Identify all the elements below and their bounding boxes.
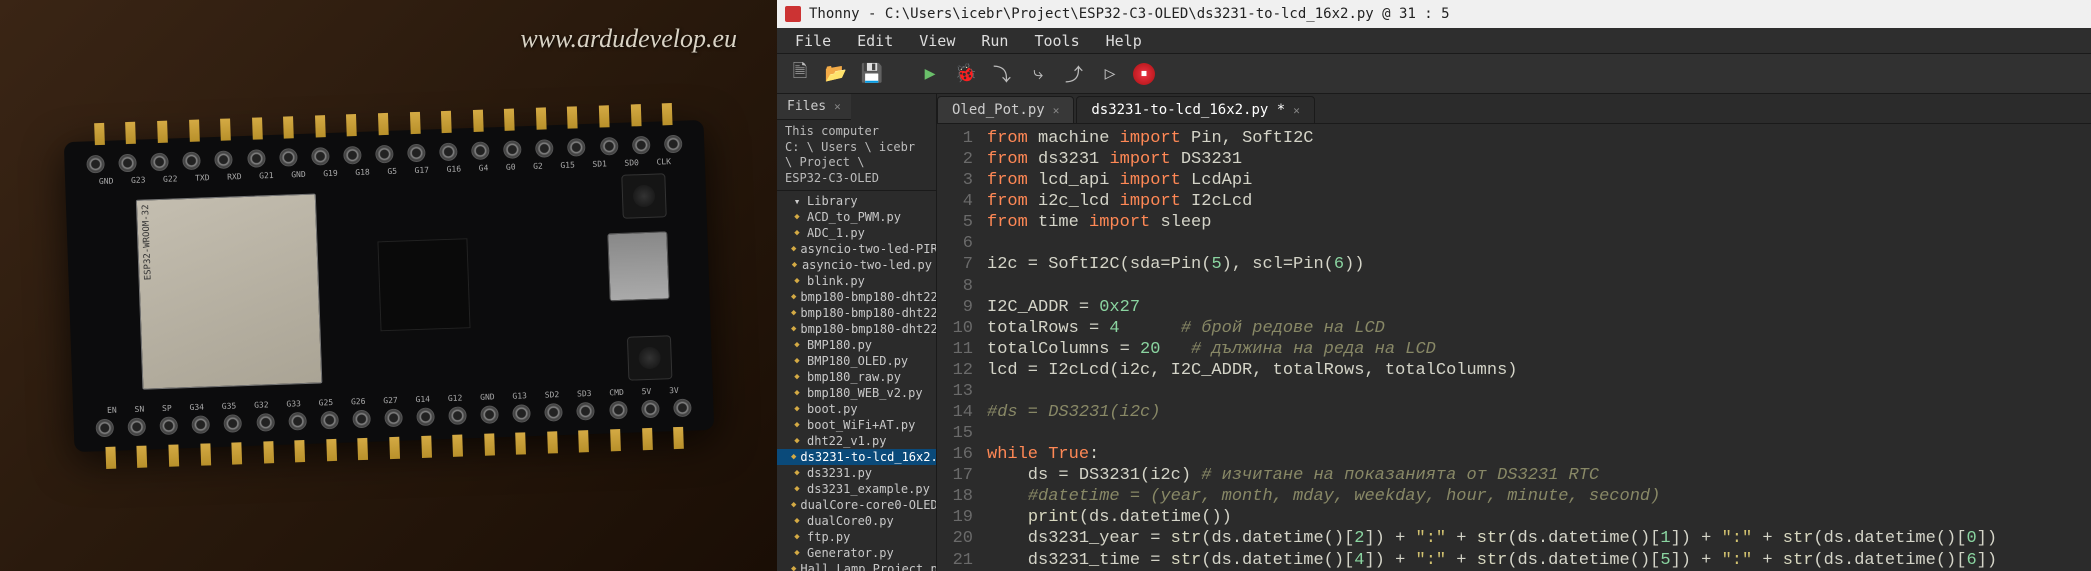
esp32-module: ESP32-WROOM-32 [135, 193, 322, 389]
file-item[interactable]: ADC_1.py [777, 225, 936, 241]
menu-view[interactable]: View [907, 30, 967, 52]
file-item[interactable]: boot.py [777, 401, 936, 417]
file-item[interactable]: Generator.py [777, 545, 936, 561]
watermark-text: www.ardudevelop.eu [520, 24, 737, 54]
file-item[interactable]: bmp180_raw.py [777, 369, 936, 385]
debug-button[interactable]: 🐞 [953, 61, 979, 87]
file-item[interactable]: bmp180_WEB_v2.py [777, 385, 936, 401]
thonny-ide: Thonny - C:\Users\icebr\Project\ESP32-C3… [777, 0, 2091, 571]
file-item[interactable]: ds3231.py [777, 465, 936, 481]
files-path[interactable]: This computerC: \ Users \ icebr \ Projec… [777, 120, 936, 191]
new-file-button[interactable]: 🗎 [787, 61, 813, 87]
code-area[interactable]: 1 2 3 4 5 6 7 8 9 10 11 12 13 14 15 16 1… [937, 124, 2091, 571]
file-item[interactable]: bmp180-bmp180-dht22-WEB_v2.p [777, 305, 936, 321]
menu-bar: FileEditViewRunToolsHelp [777, 28, 2091, 54]
toolbar: 🗎 📂 💾 ▶ 🐞 ⤵ ⤷ ⤴ ▷ ⏹ [777, 54, 2091, 94]
step-out-button[interactable]: ⤴ [1061, 61, 1087, 87]
file-item[interactable]: ds3231-to-lcd_16x2.py [777, 449, 936, 465]
file-item[interactable]: dualCore-core0-OLED+core1_BMP [777, 497, 936, 513]
editor-tab[interactable]: Oled_Pot.py✕ [937, 96, 1074, 123]
file-item[interactable]: asyncio-two-led.py [777, 257, 936, 273]
editor-panel: Oled_Pot.py✕ds3231-to-lcd_16x2.py *✕ 1 2… [937, 94, 2091, 571]
close-tab-icon[interactable]: ✕ [1293, 104, 1300, 117]
esp32-board: GNDG23G22TXDRXDG21GNDG19G18G5G17G16G4G0G… [63, 119, 713, 451]
file-item[interactable]: ds3231_example.py [777, 481, 936, 497]
menu-run[interactable]: Run [969, 30, 1020, 52]
run-button[interactable]: ▶ [917, 61, 943, 87]
line-gutter: 1 2 3 4 5 6 7 8 9 10 11 12 13 14 15 16 1… [937, 124, 981, 571]
file-item[interactable]: dualCore0.py [777, 513, 936, 529]
editor-tab[interactable]: ds3231-to-lcd_16x2.py *✕ [1076, 96, 1315, 123]
files-tab-label: Files [787, 99, 826, 114]
menu-edit[interactable]: Edit [845, 30, 905, 52]
module-label: ESP32-WROOM-32 [141, 204, 154, 280]
file-tree[interactable]: LibraryACD_to_PWM.pyADC_1.pyasyncio-two-… [777, 191, 936, 571]
step-into-button[interactable]: ⤷ [1025, 61, 1051, 87]
file-item[interactable]: BMP180_OLED.py [777, 353, 936, 369]
en-button [626, 335, 672, 381]
window-title: Thonny - C:\Users\icebr\Project\ESP32-C3… [809, 6, 1450, 22]
stop-button[interactable]: ⏹ [1133, 63, 1155, 85]
file-item[interactable]: blink.py [777, 273, 936, 289]
resume-button[interactable]: ▷ [1097, 61, 1123, 87]
file-item[interactable]: boot_WiFi+AT.py [777, 417, 936, 433]
file-item[interactable]: Library [777, 193, 936, 209]
menu-file[interactable]: File [783, 30, 843, 52]
menu-help[interactable]: Help [1094, 30, 1154, 52]
file-item[interactable]: bmp180-bmp180-dht22-WEB_v3.p [777, 321, 936, 337]
file-item[interactable]: asyncio-two-led-PIR.py [777, 241, 936, 257]
mcu-chip [377, 238, 470, 331]
editor-tabs: Oled_Pot.py✕ds3231-to-lcd_16x2.py *✕ [937, 94, 2091, 124]
files-panel: Files ✕ This computerC: \ Users \ icebr … [777, 94, 937, 571]
save-file-button[interactable]: 💾 [859, 61, 885, 87]
micro-usb-port [607, 231, 669, 301]
app-icon [785, 6, 801, 22]
file-item[interactable]: BMP180.py [777, 337, 936, 353]
file-item[interactable]: ftp.py [777, 529, 936, 545]
file-item[interactable]: dht22_v1.py [777, 433, 936, 449]
file-item[interactable]: Hall_Lamp_Project.py [777, 561, 936, 571]
file-item[interactable]: ACD_to_PWM.py [777, 209, 936, 225]
file-item[interactable]: bmp180-bmp180-dht22-WEB.py [777, 289, 936, 305]
boot-button [621, 173, 667, 219]
code-text[interactable]: from machine import Pin, SoftI2C from ds… [981, 124, 2091, 571]
menu-tools[interactable]: Tools [1022, 30, 1091, 52]
close-icon[interactable]: ✕ [834, 100, 841, 113]
open-file-button[interactable]: 📂 [823, 61, 849, 87]
close-tab-icon[interactable]: ✕ [1053, 104, 1060, 117]
window-titlebar[interactable]: Thonny - C:\Users\icebr\Project\ESP32-C3… [777, 0, 2091, 28]
step-over-button[interactable]: ⤵ [989, 61, 1015, 87]
hardware-photo-panel: www.ardudevelop.eu GNDG23G22TXDRXDG21GND… [0, 0, 777, 571]
files-tab-header[interactable]: Files ✕ [777, 94, 851, 120]
